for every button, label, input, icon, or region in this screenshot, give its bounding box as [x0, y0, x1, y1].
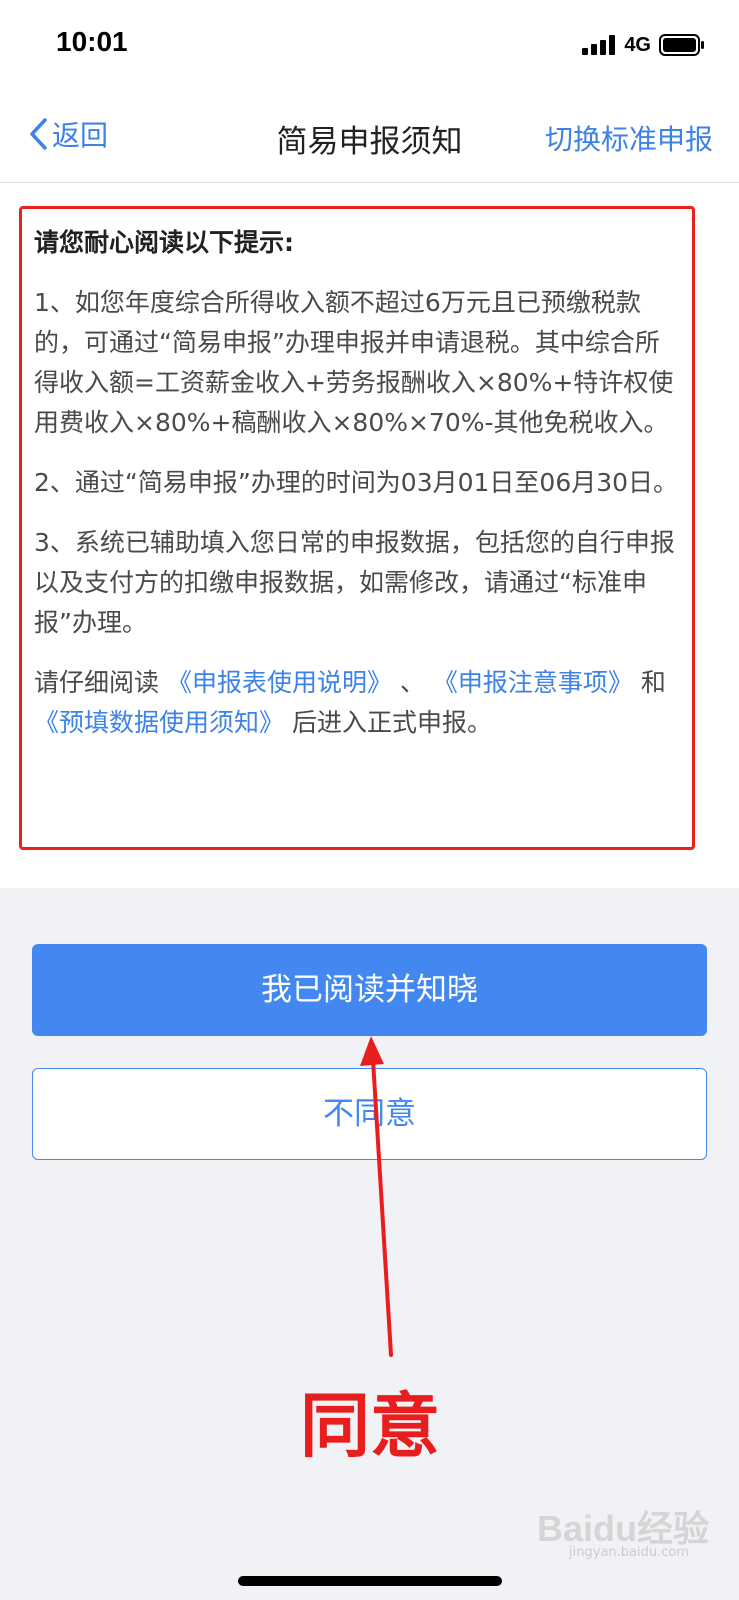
notice-item-2: 2、通过“简易申报”办理的时间为03月01日至06月30日。 — [34, 468, 679, 497]
read-suffix: 后进入正式申报。 — [291, 708, 492, 737]
notice-panel: 请您耐心阅读以下提示: 1、如您年度综合所得收入额不超过6万元且已预缴税款的，可… — [0, 183, 739, 888]
read-prefix: 请仔细阅读 — [34, 668, 160, 697]
status-bar: 10:01 4G — [0, 0, 739, 92]
switch-standard-declaration-link[interactable]: 切换标准申报 — [545, 118, 713, 158]
status-indicators: 4G — [582, 32, 705, 58]
agree-button[interactable]: 我已阅读并知晓 — [32, 944, 707, 1036]
read-instructions: 请仔细阅读 《申报表使用说明》 、 《申报注意事项》 和 《预填数据使用须知》 … — [34, 663, 682, 743]
notice-highlight-box: 请您耐心阅读以下提示: 1、如您年度综合所得收入额不超过6万元且已预缴税款的，可… — [19, 206, 695, 850]
prefill-data-link[interactable]: 《预填数据使用须知》 — [34, 708, 284, 737]
separator: 、 — [399, 668, 425, 697]
network-type: 4G — [624, 33, 651, 56]
notice-item-1: 1、如您年度综合所得收入额不超过6万元且已预缴税款的，可通过“简易申报”办理申报… — [34, 288, 674, 437]
battery-icon — [659, 34, 704, 56]
watermark-url: jingyan.baidu.com — [569, 1545, 689, 1560]
notice-item-3: 3、系统已辅助填入您日常的申报数据，包括您的自行申报以及支付方的扣缴申报数据，如… — [34, 528, 675, 637]
home-indicator[interactable] — [238, 1576, 502, 1586]
disagree-button[interactable]: 不同意 — [32, 1068, 707, 1160]
signal-icon — [582, 35, 616, 55]
nav-bar: 返回 简易申报须知 切换标准申报 — [0, 92, 739, 183]
status-time: 10:01 — [56, 26, 128, 57]
notice-heading: 请您耐心阅读以下提示: — [34, 228, 294, 257]
annotation-label: 同意 — [300, 1385, 440, 1467]
declaration-notes-link[interactable]: 《申报注意事项》 — [433, 668, 633, 697]
conjunction: 和 — [640, 668, 666, 697]
form-usage-link[interactable]: 《申报表使用说明》 — [167, 668, 392, 697]
